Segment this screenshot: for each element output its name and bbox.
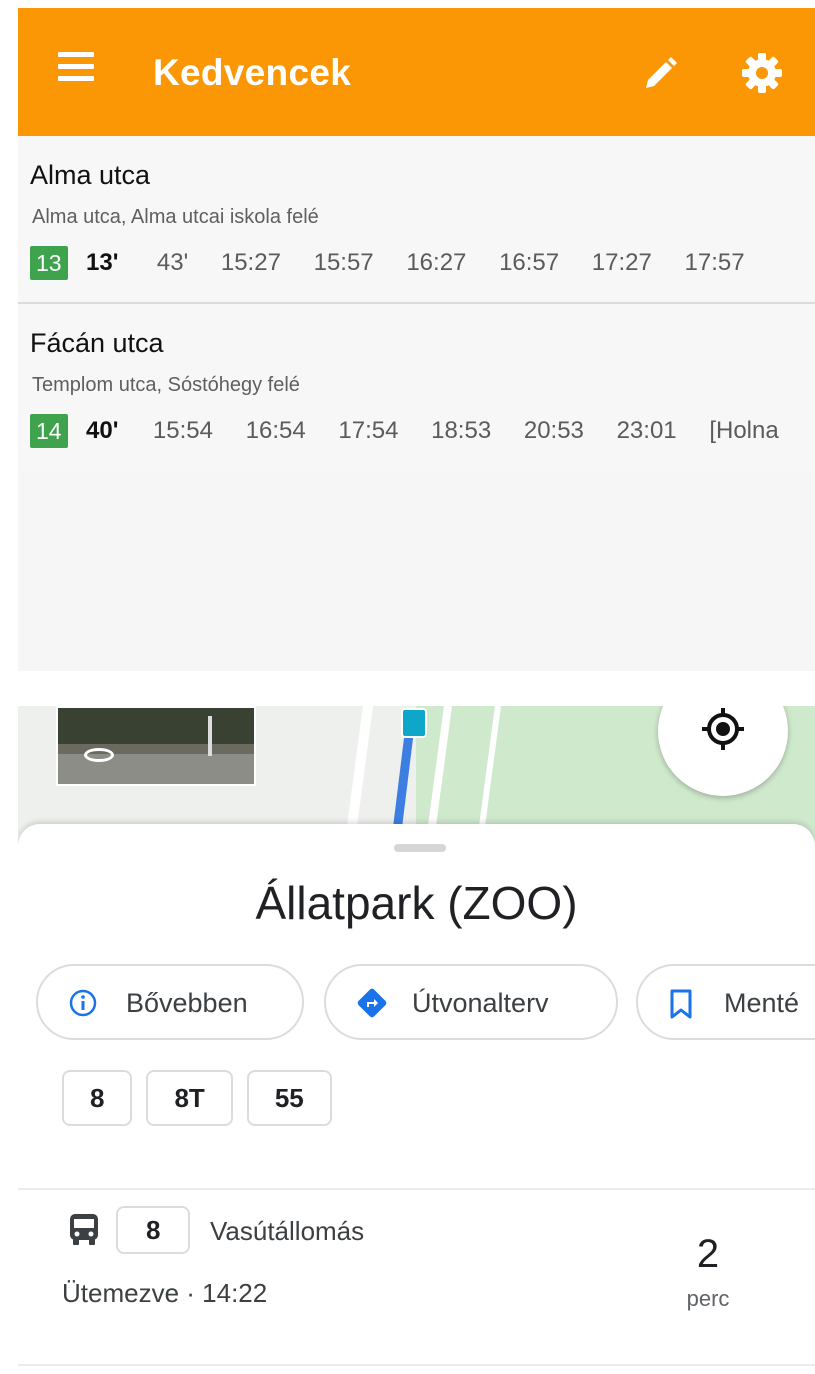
directions-button[interactable]: Útvonalterv (324, 964, 618, 1040)
directions-icon (357, 988, 387, 1018)
departure-row[interactable]: 8 Vasútállomás Ütemezve · 14:22 2 perc (18, 1194, 815, 1314)
save-button[interactable]: Menté (636, 964, 815, 1040)
stop-name: Fácán utca (30, 328, 164, 358)
departure-time: 43' (156, 249, 189, 276)
app-bar: Kedvencek (18, 8, 815, 136)
gear-icon[interactable] (740, 51, 784, 95)
departure-time: 20:53 (523, 417, 584, 444)
favorite-item[interactable]: Fácán utca Templom utca, Sóstóhegy felé … (18, 304, 815, 470)
crosshair-icon (702, 708, 744, 750)
my-location-button[interactable] (658, 706, 788, 796)
minutes-until-departure: 2 (696, 1232, 720, 1276)
pencil-icon[interactable] (638, 52, 682, 96)
line-badge[interactable]: 55 (246, 1070, 332, 1126)
menu-icon[interactable] (58, 52, 94, 82)
save-label: Menté (724, 988, 800, 1018)
divider (18, 1364, 815, 1366)
next-departure: 40' (86, 417, 119, 444)
minutes-unit: perc (686, 1286, 730, 1311)
transit-lines: 8 8T 55 (62, 1070, 346, 1126)
stop-direction: Alma utca, Alma utcai iskola felé (32, 206, 319, 228)
next-departure: 13' (86, 249, 119, 276)
divider (18, 1188, 815, 1190)
rotate-360-icon (84, 748, 114, 762)
departure-times-row: 13 13' 43' 15:27 15:57 16:27 16:57 17:27… (30, 246, 745, 280)
departure-time: 16:54 (245, 417, 306, 444)
bus-icon (70, 1214, 98, 1245)
departure-time: 15:57 (313, 249, 374, 276)
drag-handle[interactable] (394, 844, 446, 852)
route-number-badge: 14 (30, 414, 68, 448)
route-number-badge: 13 (30, 246, 68, 280)
more-info-label: Bővebben (126, 988, 248, 1018)
departure-line-badge: 8 (116, 1206, 191, 1254)
bookmark-icon (670, 989, 692, 1019)
place-title: Állatpark (ZOO) (255, 877, 578, 929)
stop-name: Alma utca (30, 160, 151, 190)
favorite-item[interactable]: Alma utca Alma utca, Alma utcai iskola f… (18, 136, 815, 304)
departure-time: 23:01 (616, 417, 677, 444)
departure-time: 17:57 (684, 249, 745, 276)
street-view-thumbnail[interactable] (56, 706, 256, 786)
departure-time: 17:27 (591, 249, 652, 276)
directions-label: Útvonalterv (412, 988, 549, 1018)
favorites-screen: Kedvencek Alma utca Alma utca, Alma utca… (18, 8, 815, 671)
maps-screen: Állatpark (ZOO) Bővebben Útvonalterv Men… (18, 706, 815, 1374)
departure-time: 18:53 (431, 417, 492, 444)
departure-time: 17:54 (338, 417, 399, 444)
departure-time: 15:27 (220, 249, 281, 276)
departure-destination: Vasútállomás (210, 1216, 365, 1246)
info-icon (69, 989, 97, 1017)
line-badge[interactable]: 8 (62, 1070, 133, 1126)
page-title: Kedvencek (153, 52, 352, 93)
departure-time: 16:57 (499, 249, 560, 276)
departure-time: [Holna (709, 417, 779, 444)
departure-time: 15:54 (152, 417, 213, 444)
place-bottom-sheet: Állatpark (ZOO) Bővebben Útvonalterv Men… (18, 824, 815, 1374)
departure-time: 16:27 (406, 249, 467, 276)
line-badge[interactable]: 8T (146, 1070, 233, 1126)
transit-stop-icon[interactable] (401, 708, 427, 738)
departure-schedule: Ütemezve · 14:22 (62, 1278, 268, 1308)
more-info-button[interactable]: Bővebben (36, 964, 304, 1040)
stop-direction: Templom utca, Sóstóhegy felé (32, 374, 300, 396)
departure-times-row: 14 40' 15:54 16:54 17:54 18:53 20:53 23:… (30, 414, 779, 448)
